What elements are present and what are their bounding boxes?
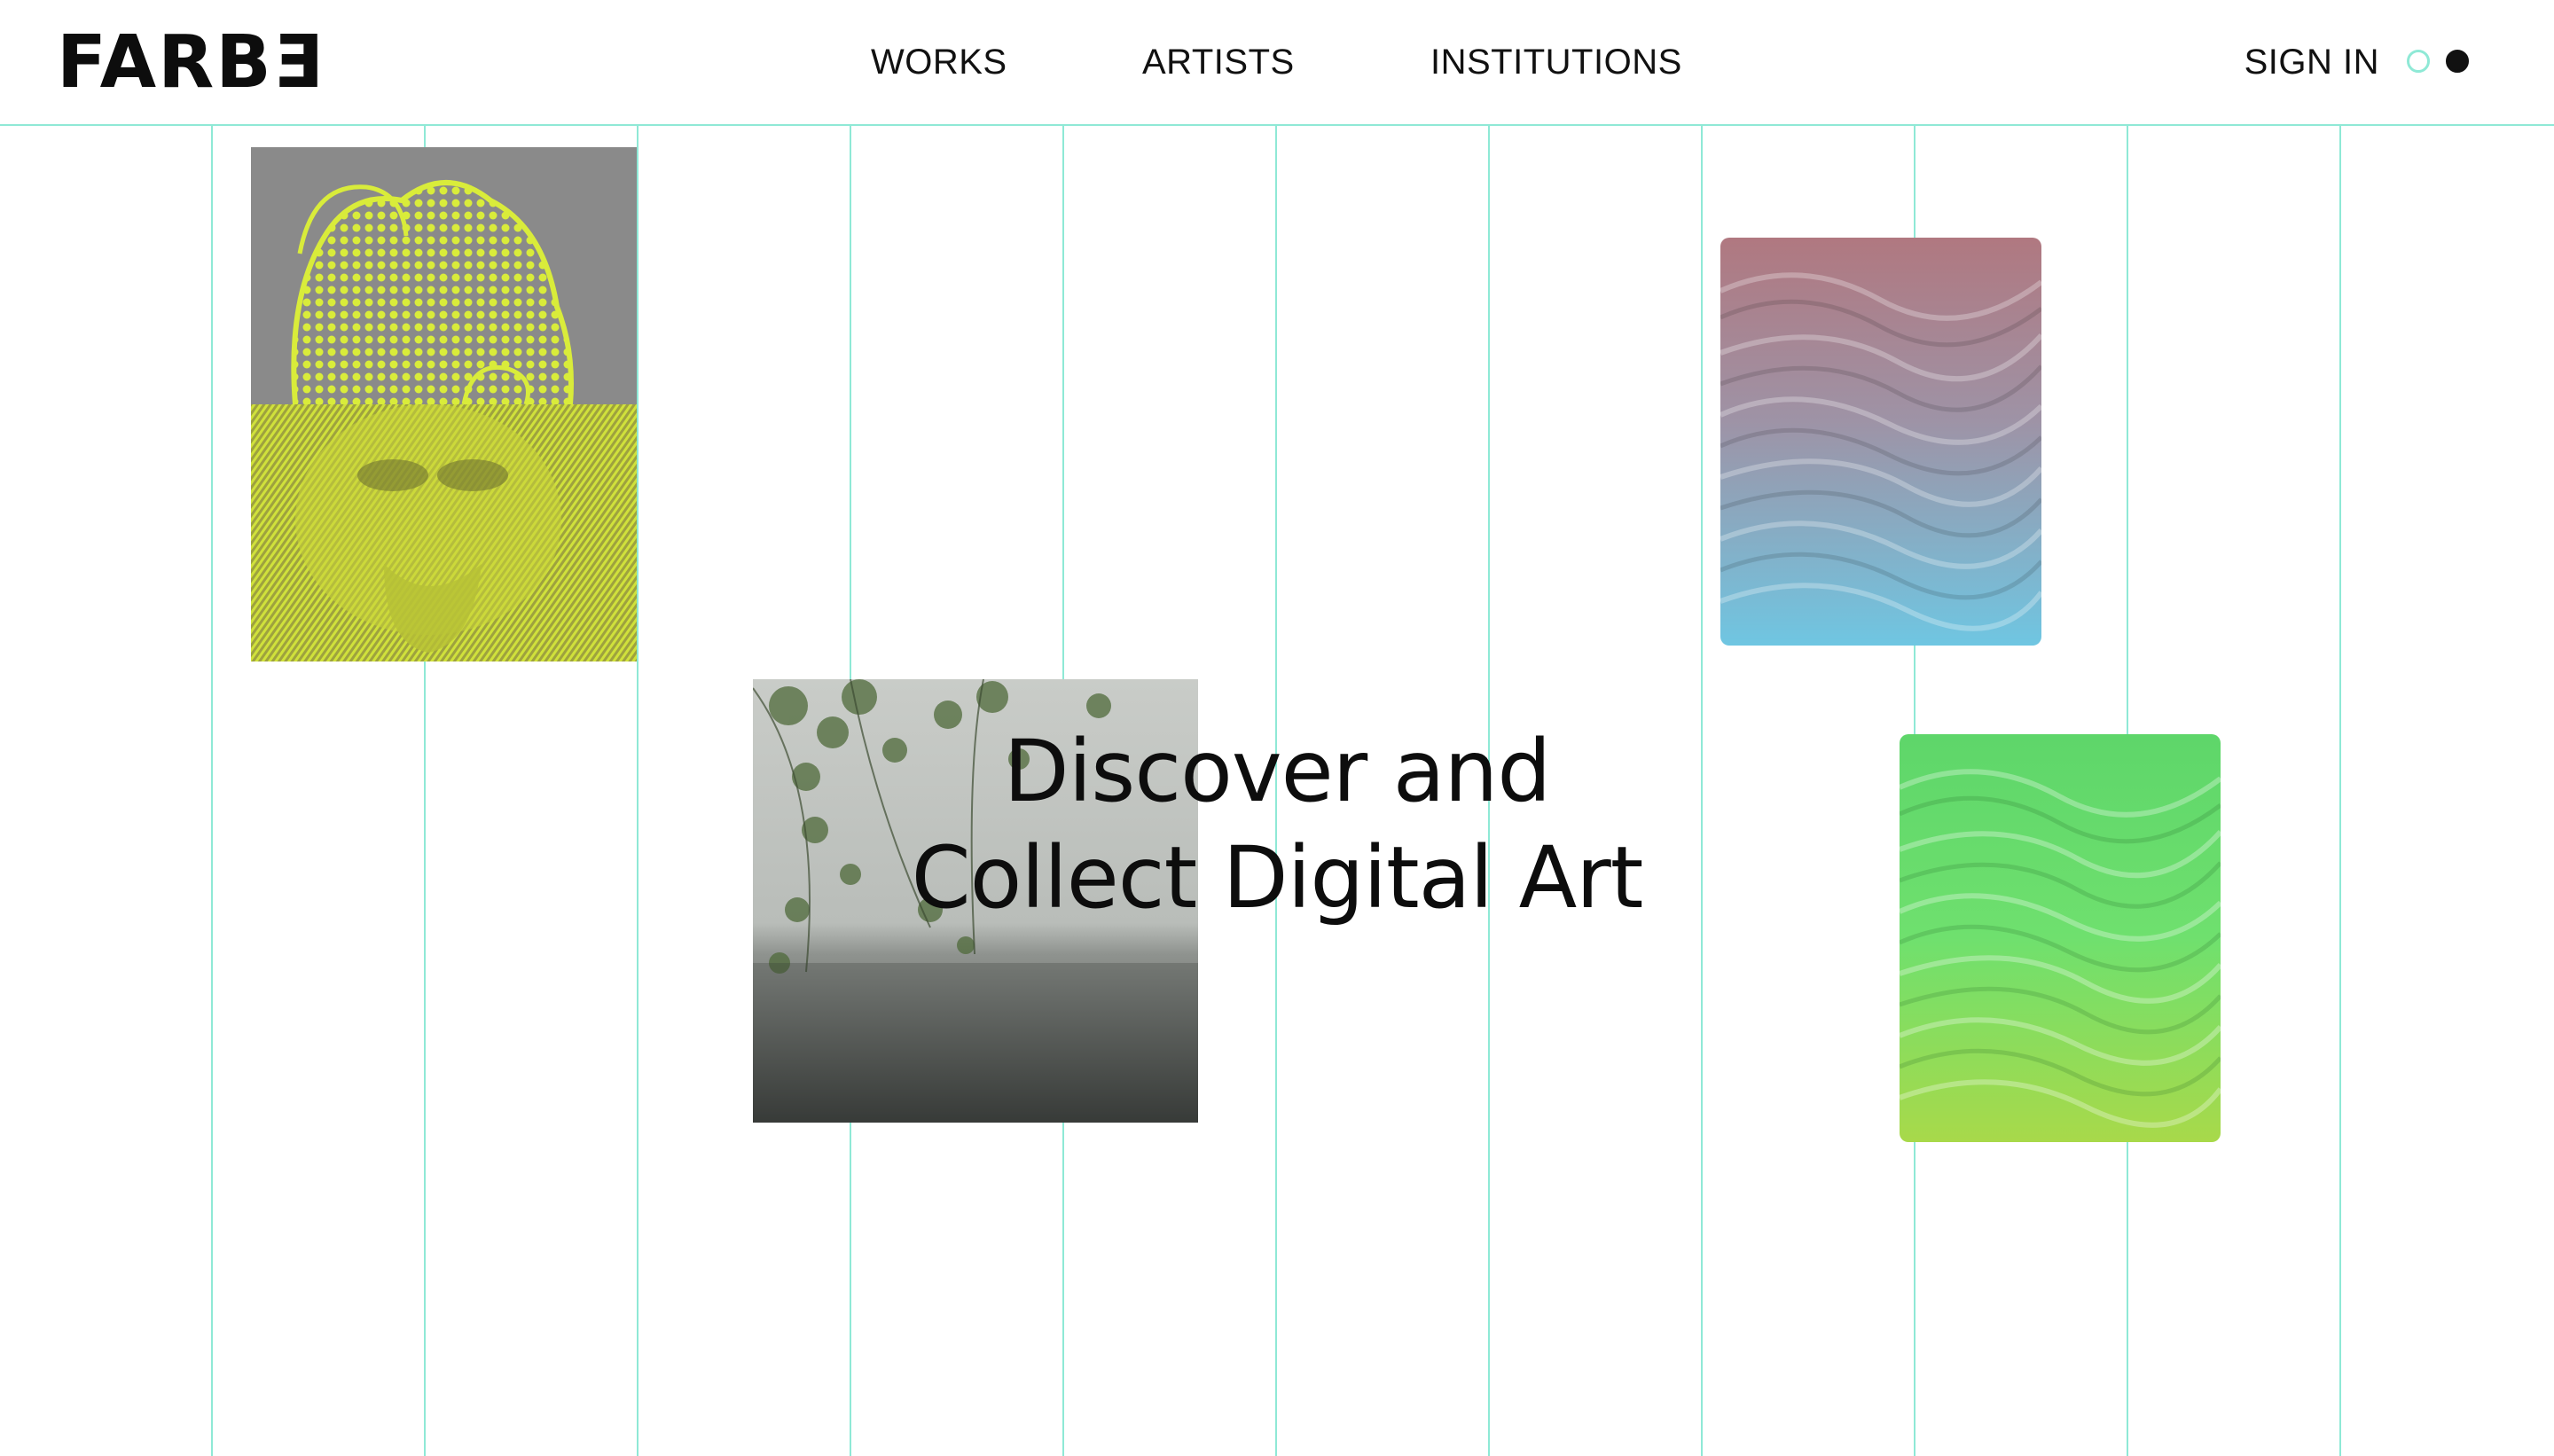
theme-dark-toggle[interactable] [2446,50,2469,73]
nav-works[interactable]: WORKS [871,39,1007,85]
farbe-logo[interactable]: FARBƎ [57,23,325,103]
hero-headline: Discover and Collect Digital Art [0,718,2554,931]
nav-institutions[interactable]: INSTITUTIONS [1430,39,1682,85]
theme-light-toggle[interactable] [2407,50,2430,73]
hero-line-2: Collect Digital Art [911,828,1644,928]
sign-in-link[interactable]: SIGN IN [2245,39,2379,85]
artwork-impasto-pink-blue[interactable] [1720,238,2041,646]
impasto-image-1 [1720,238,2041,646]
nav-artists[interactable]: ARTISTS [1142,39,1295,85]
site-header: FARBƎ WORKS ARTISTS INSTITUTIONS SIGN IN [0,0,2554,126]
artwork-sculpture-neon[interactable] [251,147,637,661]
hero-line-1: Discover and [1003,722,1552,821]
sculpture-image [251,147,637,661]
